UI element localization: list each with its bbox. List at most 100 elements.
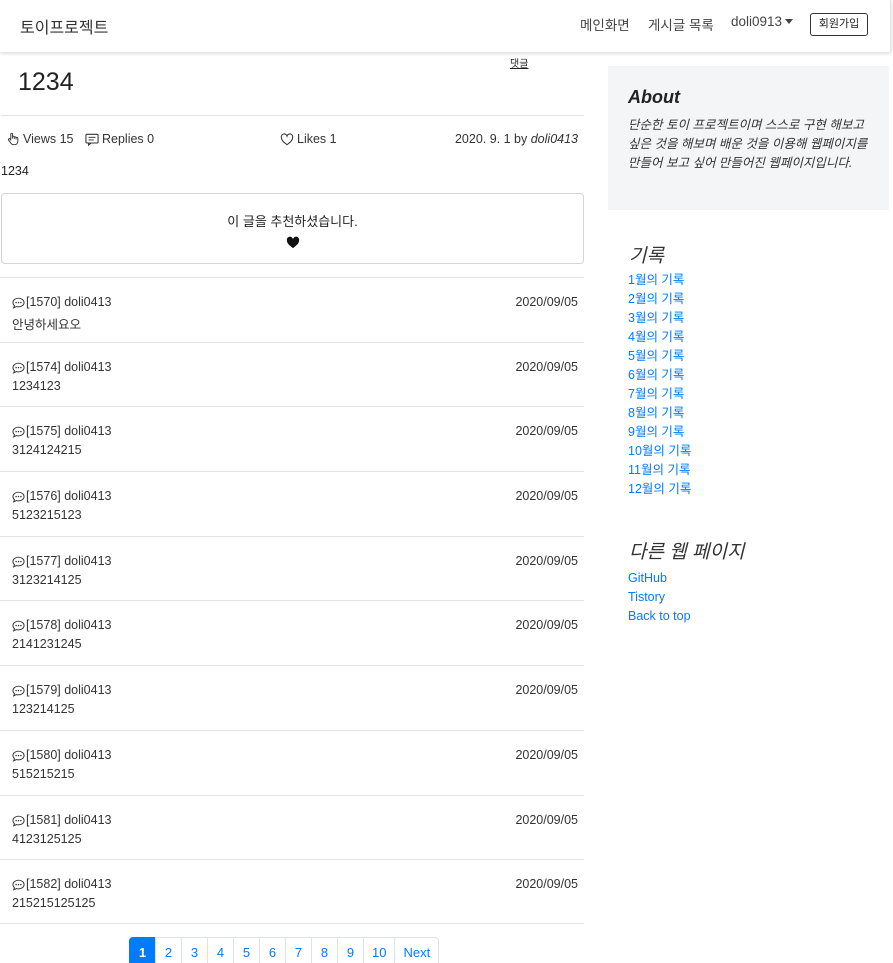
views-count: Views 15 [6, 132, 74, 146]
reply-link[interactable]: 댓글 [510, 55, 528, 70]
comment-author: [1575] doli0413 [26, 424, 112, 439]
speech-bubble-icon [12, 491, 25, 503]
comment-author: [1576] doli0413 [26, 489, 112, 504]
comment-header: [1581] doli0413 [12, 813, 112, 827]
page-5-button[interactable]: 5 [233, 937, 260, 963]
month-record-link-2[interactable]: 2월의 기록 [628, 291, 691, 310]
comment-author: [1582] doli0413 [26, 877, 112, 892]
month-record-link-3[interactable]: 3월의 기록 [628, 310, 691, 329]
user-dropdown[interactable]: doli0913 [731, 14, 794, 29]
speech-bubble-icon [12, 879, 25, 891]
comment-text: 123214125 [12, 702, 75, 717]
comment-author: [1574] doli0413 [26, 359, 112, 374]
month-record-link-10[interactable]: 10월의 기록 [628, 443, 691, 462]
comment-author: [1570] doli0413 [26, 295, 112, 309]
heart-filled-icon[interactable] [286, 236, 300, 249]
month-record-link-6[interactable]: 6월의 기록 [628, 367, 691, 386]
speech-bubble-icon [12, 297, 25, 309]
comment-text: 1234123 [12, 378, 61, 393]
comment-date: 2020/09/05 [515, 424, 578, 439]
post-title: 1234 [18, 68, 74, 96]
comment-author: [1578] doli0413 [26, 618, 112, 633]
speech-bubble-icon [12, 556, 25, 568]
month-record-link-7[interactable]: 7월의 기록 [628, 386, 691, 405]
comment-date: 2020/09/05 [515, 489, 578, 504]
recommend-text: 이 글을 추천하셨습니다. [227, 214, 358, 229]
page-6-button[interactable]: 6 [259, 937, 286, 963]
comment-text: 3124124215 [12, 443, 82, 458]
month-records-list: 1월의 기록 2월의 기록 3월의 기록 4월의 기록 5월의 기록 6월의 기록 7월의 … [628, 272, 691, 500]
comment-item: [1576] doli0413 2020/09/05 5123215123 [0, 471, 584, 536]
next-page-button[interactable]: Next [394, 937, 440, 963]
post-date-text: 2020. 9. 1 by [454, 132, 528, 146]
comment-item: [1579] doli0413 2020/09/05 123214125 [0, 665, 584, 730]
month-record-link-1[interactable]: 1월의 기록 [628, 272, 691, 291]
month-record-link-9[interactable]: 9월의 기록 [628, 424, 691, 443]
comment-text: 4123125125 [12, 831, 82, 846]
top-navbar: 토이프로젝트 메인화면 게시글 목록 doli0913 회원가입 [0, 0, 891, 52]
page-10-button[interactable]: 10 [363, 937, 396, 963]
signup-button[interactable]: 회원가입 [810, 13, 868, 36]
comment-date: 2020/09/05 [515, 747, 578, 762]
comment-item: [1582] doli0413 2020/09/05 215215125125 [0, 859, 584, 924]
nav-main-link[interactable]: 메인화면 [580, 14, 630, 34]
records-title: 기록 [629, 246, 664, 267]
likes-count: Likes 1 [280, 132, 337, 146]
page-1-button[interactable]: 1 [129, 937, 156, 963]
comment-header: [1582] doli0413 [12, 877, 112, 891]
month-record-link-12[interactable]: 12월의 기록 [628, 481, 691, 500]
month-record-link-11[interactable]: 11월의 기록 [628, 462, 691, 481]
comment-date: 2020/09/05 [515, 553, 578, 568]
external-link-tistory[interactable]: Tistory [628, 589, 691, 608]
heart-outline-icon [280, 132, 294, 145]
recommend-box: 이 글을 추천하셨습니다. [1, 193, 584, 264]
comment-list: [1570] doli0413 2020/09/05 안녕하세요오 [1574] do… [0, 277, 584, 924]
pagination: 1 2 3 4 5 6 7 8 9 10 Next [129, 937, 440, 963]
replies-count: Replies 0 [85, 132, 154, 146]
comment-text: 3123214125 [12, 572, 82, 587]
user-name: doli0913 [731, 14, 783, 29]
speech-bubble-icon [12, 362, 25, 374]
views-label: Views 15 [23, 132, 74, 146]
brand-link[interactable]: 토이프로젝트 [20, 14, 108, 38]
comment-date: 2020/09/05 [515, 812, 578, 827]
comment-header: [1577] doli0413 [12, 554, 112, 568]
comment-author: [1581] doli0413 [26, 812, 112, 827]
post-author: doli0413 [530, 132, 578, 146]
month-record-link-8[interactable]: 8월의 기록 [628, 405, 691, 424]
about-title: About [628, 87, 680, 107]
external-link-github[interactable]: GitHub [628, 570, 691, 589]
comment-header: [1575] doli0413 [12, 424, 112, 438]
page-9-button[interactable]: 9 [337, 937, 364, 963]
about-card: About 단순한 토이 프로젝트이며 스스로 구현 해보고 싶은 것을 해보며… [608, 66, 889, 210]
external-links-list: GitHub Tistory Back to top [628, 570, 691, 627]
comment-date: 2020/09/05 [515, 877, 578, 892]
month-record-link-4[interactable]: 4월의 기록 [628, 329, 691, 348]
other-pages-title: 다른 웹 페이지 [629, 542, 745, 563]
comment-author: [1579] doli0413 [26, 683, 112, 698]
comment-text: 215215125125 [12, 896, 96, 911]
speech-bubble-icon [12, 815, 25, 827]
comment-text: 515215215 [12, 766, 75, 781]
likes-label: Likes 1 [297, 132, 337, 146]
comment-date: 2020/09/05 [515, 295, 578, 309]
post-body: 1234 [1, 164, 29, 178]
month-record-link-5[interactable]: 5월의 기록 [628, 348, 691, 367]
comment-item: [1574] doli0413 2020/09/05 1234123 [0, 341, 584, 407]
page-8-button[interactable]: 8 [311, 937, 338, 963]
comment-header: [1579] doli0413 [12, 683, 112, 697]
comment-item: [1578] doli0413 2020/09/05 2141231245 [0, 600, 584, 665]
comment-header: [1580] doli0413 [12, 748, 112, 762]
comment-item: [1570] doli0413 2020/09/05 안녕하세요오 [0, 277, 584, 342]
comment-header: [1578] doli0413 [12, 618, 112, 632]
page-7-button[interactable]: 7 [285, 937, 312, 963]
about-text: 단순한 토이 프로젝트이며 스스로 구현 해보고 싶은 것을 해보며 배운 것을… [628, 118, 868, 170]
comment-header: [1570] doli0413 [12, 295, 112, 309]
comment-text: 2141231245 [12, 637, 82, 652]
nav-posts-link[interactable]: 게시글 목록 [648, 14, 714, 34]
page-4-button[interactable]: 4 [207, 937, 234, 963]
caret-down-icon [785, 19, 794, 24]
page-2-button[interactable]: 2 [155, 937, 182, 963]
external-link-back-to-top[interactable]: Back to top [628, 608, 691, 627]
page-3-button[interactable]: 3 [181, 937, 208, 963]
